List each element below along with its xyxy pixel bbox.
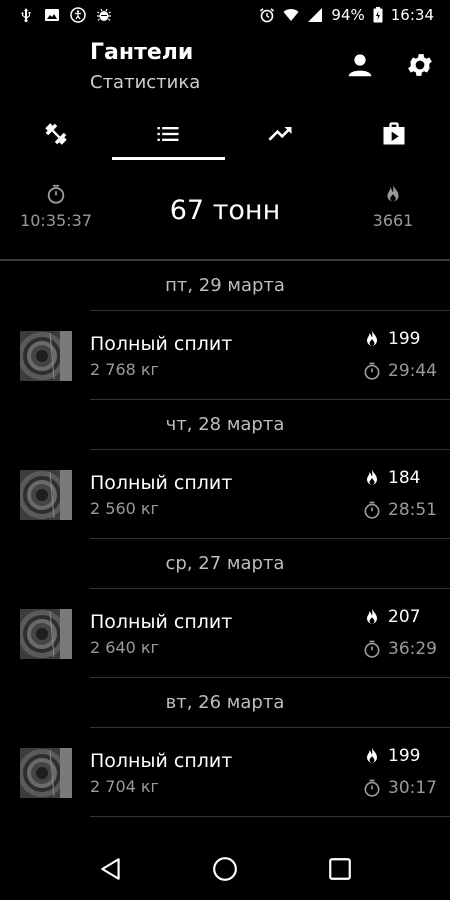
gear-icon[interactable] (405, 50, 435, 80)
workout-duration: 30:17 (362, 778, 437, 798)
workout-duration: 28:51 (362, 500, 437, 520)
flame-icon (367, 330, 377, 346)
workout-name: Полный сплит (90, 472, 233, 494)
tab-history[interactable] (112, 108, 224, 160)
recents-icon[interactable] (327, 856, 353, 882)
workout-calories-value: 184 (388, 468, 421, 488)
day-header: вт, 26 марта (90, 678, 450, 728)
tab-progress[interactable] (225, 108, 337, 160)
workout-weight: 2 768 кг (90, 360, 159, 379)
trending-up-icon (268, 127, 292, 141)
navigation-bar (0, 836, 450, 900)
weight-plate-icon (20, 609, 72, 659)
workout-calories: 184 (362, 468, 420, 488)
workout-thumbnail (20, 748, 72, 798)
battery-percent: 94% (331, 6, 365, 24)
stopwatch-icon (364, 362, 380, 380)
total-calories-value: 3661 (372, 211, 414, 230)
profile-icon[interactable] (345, 50, 375, 80)
workout-name: Полный сплит (90, 611, 233, 633)
workout-item[interactable]: Полный сплит 2 560 кг 184 28:51 (20, 450, 450, 539)
workout-item[interactable]: Полный сплит 2 704 кг 199 30:17 (20, 728, 450, 817)
flame-icon (367, 747, 377, 763)
workout-thumbnail (20, 331, 72, 381)
list-icon (157, 127, 179, 141)
workout-calories: 199 (362, 746, 420, 766)
weight-plate-icon (20, 748, 72, 798)
workout-list[interactable]: пт, 29 марта Полный сплит 2 768 кг 199 2… (0, 261, 450, 817)
stopwatch-icon (364, 501, 380, 519)
home-icon[interactable] (212, 856, 238, 882)
dumbbell-icon (45, 123, 67, 145)
weight-plate-icon (20, 470, 72, 520)
play-bag-icon (383, 122, 405, 145)
workout-thumbnail (20, 470, 72, 520)
workout-duration-value: 28:51 (388, 500, 437, 520)
day-header: ср, 27 марта (90, 539, 450, 589)
workout-duration: 29:44 (362, 361, 437, 381)
workout-name: Полный сплит (90, 750, 233, 772)
wifi-icon (283, 9, 299, 21)
image-icon (45, 9, 59, 21)
workout-duration-value: 30:17 (388, 778, 437, 798)
workout-weight: 2 560 кг (90, 499, 159, 518)
tab-store[interactable] (338, 108, 450, 160)
workout-calories-value: 199 (388, 746, 421, 766)
stopwatch-icon (364, 779, 380, 797)
battery-icon (373, 7, 383, 23)
clock: 16:34 (390, 6, 434, 24)
day-header: чт, 28 марта (90, 400, 450, 450)
tab-indicator (112, 157, 225, 160)
summary-panel: 10:35:37 67 тонн 3661 (0, 175, 450, 255)
notification-icons (18, 7, 112, 23)
workout-weight: 2 704 кг (90, 777, 159, 796)
workout-weight: 2 640 кг (90, 638, 159, 657)
workout-thumbnail (20, 609, 72, 659)
stopwatch-icon (364, 640, 380, 658)
workout-calories: 207 (362, 607, 420, 627)
signal-icon (308, 8, 323, 22)
day-header: пт, 29 марта (90, 261, 450, 311)
status-bar: 94% 16:34 (0, 0, 450, 32)
weight-plate-icon (20, 331, 72, 381)
alarm-icon (260, 8, 275, 23)
workout-calories-value: 207 (388, 607, 421, 627)
total-calories: 3661 (360, 183, 426, 230)
flame-icon (367, 608, 377, 624)
accessibility-icon (70, 7, 86, 23)
flame-icon (367, 469, 377, 485)
usb-icon (21, 8, 31, 23)
workout-calories: 199 (362, 329, 420, 349)
android-bug-icon (97, 8, 111, 21)
workout-item[interactable]: Полный сплит 2 640 кг 207 36:29 (20, 589, 450, 678)
flame-icon (387, 184, 399, 202)
tab-bar (0, 108, 450, 160)
page-subtitle: Статистика (90, 72, 201, 93)
workout-duration-value: 36:29 (388, 639, 437, 659)
workout-name: Полный сплит (90, 333, 233, 355)
workout-duration: 36:29 (362, 639, 437, 659)
tab-exercises[interactable] (0, 108, 112, 160)
workout-item[interactable]: Полный сплит 2 768 кг 199 29:44 (20, 311, 450, 400)
workout-duration-value: 29:44 (388, 361, 437, 381)
back-icon[interactable] (98, 856, 124, 882)
page-title: Гантели (90, 40, 194, 65)
workout-calories-value: 199 (388, 329, 421, 349)
